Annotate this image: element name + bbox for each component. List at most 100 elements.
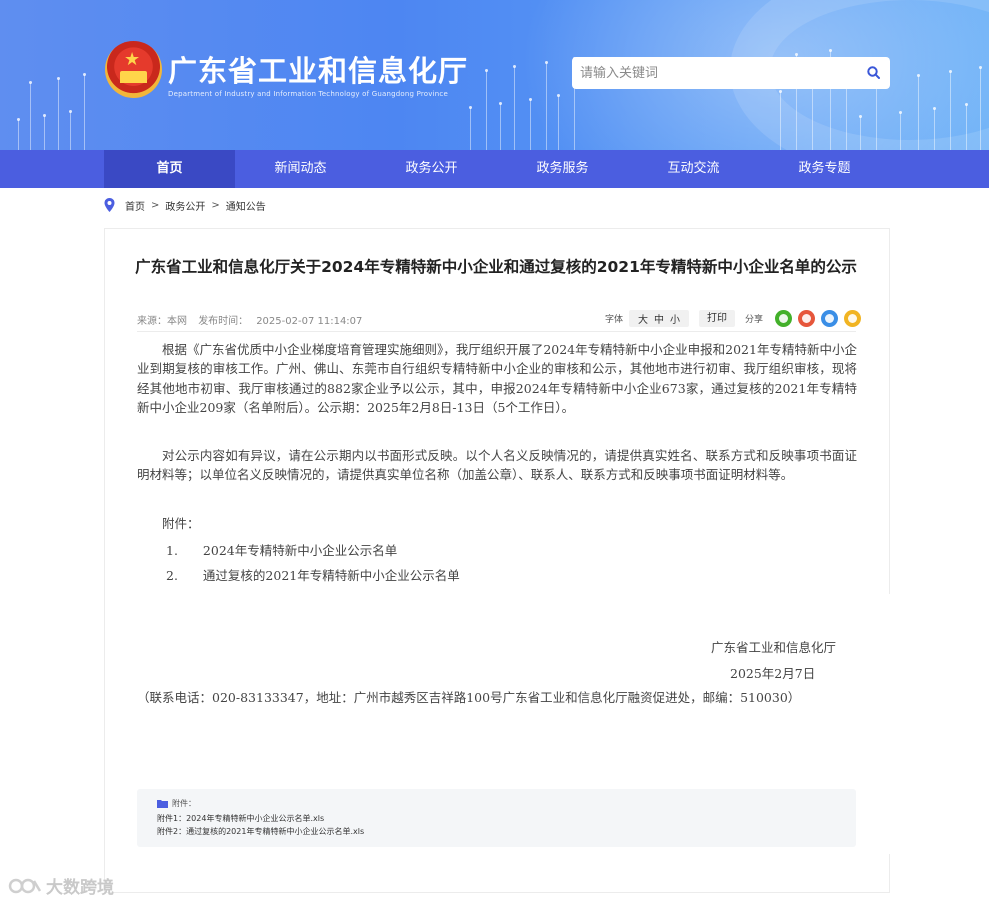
tiananmen-icon <box>120 71 147 83</box>
banner-dot <box>485 69 488 72</box>
qq-share-icon[interactable] <box>821 309 839 327</box>
watermark-logo-icon <box>8 878 42 893</box>
banner-dot <box>859 115 862 118</box>
banner-dot <box>917 74 920 77</box>
banner-line <box>84 75 85 150</box>
article-paragraph: 根据《广东省优质中小企业梯度培育管理实施细则》，我厅组织开展了2024年专精特新… <box>137 342 857 416</box>
banner-line <box>500 104 501 150</box>
banner-line <box>558 96 559 150</box>
banner-line <box>918 76 919 150</box>
banner-dot <box>979 66 982 69</box>
banner-line <box>70 112 71 150</box>
article-paragraph: 对公示内容如有异议，请在公示期内以书面形式反映。以个人名义反映情况的，请提供真实… <box>137 448 857 483</box>
star-icon: ★ <box>124 49 141 70</box>
article-source: 来源：本网 <box>137 316 187 327</box>
banner-line <box>546 63 547 150</box>
banner-line <box>812 88 813 150</box>
banner-dot <box>29 81 32 84</box>
banner-dot <box>899 111 902 114</box>
site-title: 广东省工业和信息化厅 <box>168 54 469 88</box>
nav-item-public-affairs[interactable]: 政务公开 <box>366 150 497 188</box>
attachment-label: 附件： <box>162 516 200 531</box>
banner-line <box>44 116 45 150</box>
nav-item-topics[interactable]: 政务专题 <box>759 150 890 188</box>
print-button[interactable]: 打印 <box>699 309 736 327</box>
nav-item-home[interactable]: 首页 <box>104 150 235 188</box>
banner-dot <box>557 94 560 97</box>
banner-line <box>514 67 515 150</box>
banner-dot <box>43 114 46 117</box>
attachment-file-link[interactable]: 附件2：通过复核的2021年专精特新中小企业公示名单.xls <box>157 826 364 837</box>
banner-line <box>30 83 31 150</box>
search-icon[interactable] <box>867 66 880 79</box>
banner-line <box>900 113 901 150</box>
qzone-share-icon[interactable] <box>844 309 862 327</box>
nav-item-interaction[interactable]: 互动交流 <box>628 150 759 188</box>
share-label: 分享 <box>745 314 764 325</box>
banner-dot <box>933 107 936 110</box>
site-subtitle: Department of Industry and Information T… <box>168 90 448 98</box>
national-emblem-logo: ★ <box>105 41 162 98</box>
wechat-share-icon[interactable] <box>775 309 793 327</box>
folder-icon <box>157 800 168 808</box>
banner-dot <box>779 90 782 93</box>
attachment-item: 1. 2024年专精特新中小企业公示名单 <box>166 543 398 558</box>
banner-line <box>950 72 951 150</box>
font-size-selector: 大 中 小 <box>629 309 690 327</box>
banner-line <box>860 117 861 150</box>
font-size-medium[interactable]: 中 <box>654 311 664 326</box>
banner-line <box>934 109 935 150</box>
weibo-share-icon[interactable] <box>798 309 816 327</box>
signature: 广东省工业和信息化厅 <box>711 640 837 655</box>
search-box[interactable] <box>572 57 890 89</box>
banner-line <box>530 100 531 150</box>
font-size-label: 字体 <box>605 314 624 325</box>
font-size-large[interactable]: 大 <box>638 311 648 326</box>
banner-line <box>470 108 471 150</box>
article-title: 广东省工业和信息化厅关于2024年专精特新中小企业和通过复核的2021年专精特新… <box>135 258 857 276</box>
banner-line <box>876 80 877 150</box>
publish-time-label: 发布时间： <box>198 316 249 327</box>
breadcrumb-separator: > <box>211 199 220 211</box>
breadcrumb-notices[interactable]: 通知公告 <box>226 198 266 213</box>
breadcrumb-public-affairs[interactable]: 政务公开 <box>165 198 205 213</box>
font-size-small[interactable]: 小 <box>670 311 680 326</box>
banner-line <box>966 105 967 150</box>
sign-date: 2025年2月7日 <box>730 666 816 681</box>
banner-dot <box>829 49 832 52</box>
attachment-header-label: 附件： <box>172 799 196 808</box>
banner-dot <box>545 61 548 64</box>
banner-line <box>780 92 781 150</box>
banner-dot <box>69 110 72 113</box>
breadcrumb-separator: > <box>151 199 160 211</box>
banner-dot <box>795 53 798 56</box>
banner-dot <box>529 98 532 101</box>
breadcrumb-home[interactable]: 首页 <box>125 198 145 213</box>
main-nav: 首页 新闻动态 政务公开 政务服务 互动交流 政务专题 <box>0 150 989 188</box>
contact-info: （联系电话：020-83133347，地址：广州市越秀区吉祥路100号广东省工业… <box>137 690 801 705</box>
banner-dot <box>949 70 952 73</box>
meta-divider <box>137 331 856 332</box>
attachment-header: 附件： <box>157 798 196 809</box>
search-input[interactable] <box>580 61 860 85</box>
banner-dot <box>17 118 20 121</box>
header-banner: ★ 广东省工业和信息化厅 Department of Industry and … <box>0 0 989 150</box>
banner-dot <box>965 103 968 106</box>
watermark-text: 大数跨境 <box>46 878 114 898</box>
nav-item-services[interactable]: 政务服务 <box>497 150 628 188</box>
breadcrumb: 首页 > 政务公开 > 通知公告 <box>104 197 272 213</box>
article-tools: 字体 大 中 小 打印 分享 <box>605 308 862 328</box>
attachment-box: 附件： 附件1：2024年专精特新中小企业公示名单.xls 附件2：通过复核的2… <box>137 789 856 847</box>
banner-line <box>18 120 19 150</box>
banner-dot <box>57 77 60 80</box>
banner-dot <box>513 65 516 68</box>
article-meta: 来源：本网 发布时间： 2025-02-07 11:14:07 <box>137 312 370 327</box>
banner-dot <box>499 102 502 105</box>
banner-dot <box>83 73 86 76</box>
attachment-item: 2. 通过复核的2021年专精特新中小企业公示名单 <box>166 568 460 583</box>
nav-item-news[interactable]: 新闻动态 <box>235 150 366 188</box>
publish-time: 2025-02-07 11:14:07 <box>256 316 363 327</box>
attachment-file-link[interactable]: 附件1：2024年专精特新中小企业公示名单.xls <box>157 813 324 824</box>
banner-line <box>486 71 487 150</box>
watermark: 大数跨境 <box>8 873 114 898</box>
